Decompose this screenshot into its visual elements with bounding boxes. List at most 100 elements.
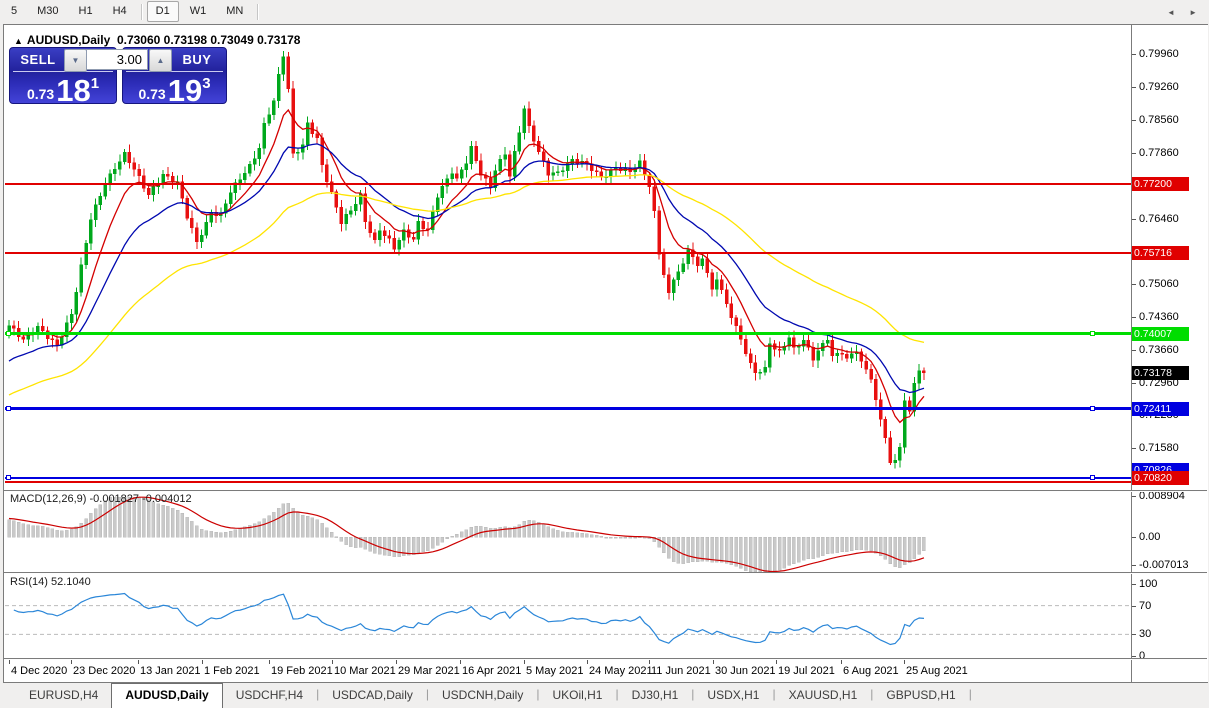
tab-xauusd-h1[interactable]: XAUUSD,H1 [776,683,871,708]
chart-window[interactable]: ▲ AUDUSD,Daily 0.73060 0.73198 0.73049 0.… [3,24,1208,683]
line-handle[interactable] [6,330,11,336]
date-label: 16 Apr 2021 [462,665,522,677]
price-grid-label: 0.79260 [1139,80,1179,93]
tab-eurusd-h4[interactable]: EURUSD,H4 [16,683,111,708]
arrow-down-icon: ▼ [71,56,80,65]
volume-increase-button[interactable]: ▲ [149,49,172,72]
panel-separator[interactable] [4,572,1207,573]
volume-decrease-button[interactable]: ▼ [64,49,87,72]
chart-symbol: AUDUSD,Daily [26,33,111,47]
price-level-line-0.75716[interactable] [5,252,1131,255]
timeframe-button-mn[interactable]: MN [217,1,252,22]
macd-axis-label: -0.007013 [1139,559,1189,571]
price-level-line-0.72411[interactable] [5,407,1131,411]
tab-usdchf-h4[interactable]: USDCHF,H4 [223,683,316,708]
tab-ukoil-h1[interactable]: UKOil,H1 [539,683,615,708]
axis-tick [1132,54,1136,55]
date-tick [713,659,714,664]
axis-tick [1132,86,1136,88]
price-level-label-0.75716: 0.75716 [1132,246,1189,261]
timeframe-button-5[interactable]: 5 [2,1,26,22]
tab-audusd-daily[interactable]: AUDUSD,Daily [111,683,223,708]
sell-price-sup: 1 [90,75,100,92]
date-tick [396,659,397,664]
axis-tick [1132,350,1136,352]
date-tick [332,659,333,664]
macd-axis-label: 0.008904 [1139,490,1185,502]
price-grid-label: 0.78560 [1139,113,1179,126]
line-handle[interactable] [6,405,11,411]
panel-separator[interactable] [4,490,1207,491]
ma-line-medium[interactable] [8,143,925,394]
sell-price[interactable]: 0.73 18 1 [10,72,116,107]
rsi-label: RSI(14) 52.1040 [10,576,91,588]
timeframe-button-h4[interactable]: H4 [104,1,136,22]
toolbar-separator [257,3,259,20]
price-level-label-0.70820: 0.70820 [1132,471,1189,485]
date-tick [71,659,72,664]
date-label: 10 Mar 2021 [334,665,396,677]
rsi-axis-label: 100 [1139,578,1158,590]
price-grid-label: 0.76460 [1139,212,1179,225]
candles [7,50,926,469]
rsi-axis-label: 30 [1139,628,1152,641]
price-level-line-0.77200[interactable] [5,182,1131,185]
price-level-label-0.74007: 0.74007 [1132,326,1189,341]
axis-tick [1132,317,1136,319]
price-level-label-0.72411: 0.72411 [1132,401,1189,416]
date-tick [460,659,461,664]
chart-ohlc-values: 0.73060 0.73198 0.73049 0.73178 [116,33,301,47]
line-handle[interactable] [1090,475,1095,480]
macd-histogram [7,496,926,573]
axis-tick [1132,605,1136,607]
rsi-indicator-canvas[interactable] [5,574,1131,658]
axis-tick [1132,656,1136,657]
date-tick [524,659,525,664]
rsi-line[interactable] [13,592,925,646]
price-grid-label: 0.73660 [1139,344,1179,357]
ma-line-slow[interactable] [8,174,925,396]
price-grid-label: 0.75060 [1139,278,1179,291]
tab-dj30-h1[interactable]: DJ30,H1 [619,683,692,708]
tab-usdx-h1[interactable]: USDX,H1 [694,683,772,708]
current-price-label: 0.73178 [1132,365,1189,380]
date-label: 1 Feb 2021 [204,665,260,677]
date-label: 23 Dec 2020 [73,665,136,677]
sell-button[interactable]: SELL [10,52,66,67]
buy-price[interactable]: 0.73 19 3 [123,72,226,107]
buy-button[interactable]: BUY [168,52,226,67]
rsi-axis-label: 70 [1139,599,1152,612]
date-tick [904,659,905,664]
buy-price-big: 19 [167,73,203,108]
price-grid-label: 0.79960 [1139,48,1179,60]
volume-input[interactable]: 3.00 [86,49,148,70]
tab-usdcnh-daily[interactable]: USDCNH,Daily [429,683,536,708]
tab-scroll-arrows[interactable]: ◄ ► [1167,8,1203,17]
symbol-marker-icon: ▲ [14,36,23,46]
axis-tick [1132,284,1136,286]
price-level-line-0.70820[interactable] [5,480,1131,483]
price-level-line-0.70826[interactable] [5,477,1131,479]
tab-usdcad-daily[interactable]: USDCAD,Daily [319,683,426,708]
date-tick [649,659,650,664]
date-label: 11 Jun 2021 [651,665,711,677]
timeframe-button-w1[interactable]: W1 [181,1,216,22]
timeframe-button-m30[interactable]: M30 [28,1,67,22]
panel-separator [4,658,1207,659]
timeframe-button-d1[interactable]: D1 [146,1,179,22]
toolbar-separator [140,3,142,20]
tab-gbpusd-h1[interactable]: GBPUSD,H1 [873,683,968,708]
date-tick [776,659,777,664]
date-tick [841,659,842,664]
date-tick [202,659,203,664]
line-handle[interactable] [6,475,11,480]
date-label: 19 Feb 2021 [271,665,333,677]
timeframe-button-h1[interactable]: H1 [70,1,102,22]
price-level-line-0.74007[interactable] [5,332,1131,336]
line-handle[interactable] [1090,330,1095,336]
arrow-up-icon: ▲ [156,56,165,65]
one-click-trading-widget: SELL 0.73 18 1 BUY 0.73 19 3 ▼ 3.00 ▲ [9,47,227,107]
date-label: 24 May 2021 [589,665,653,677]
price-grid-label: 0.74360 [1139,311,1179,324]
line-handle[interactable] [1090,405,1095,411]
